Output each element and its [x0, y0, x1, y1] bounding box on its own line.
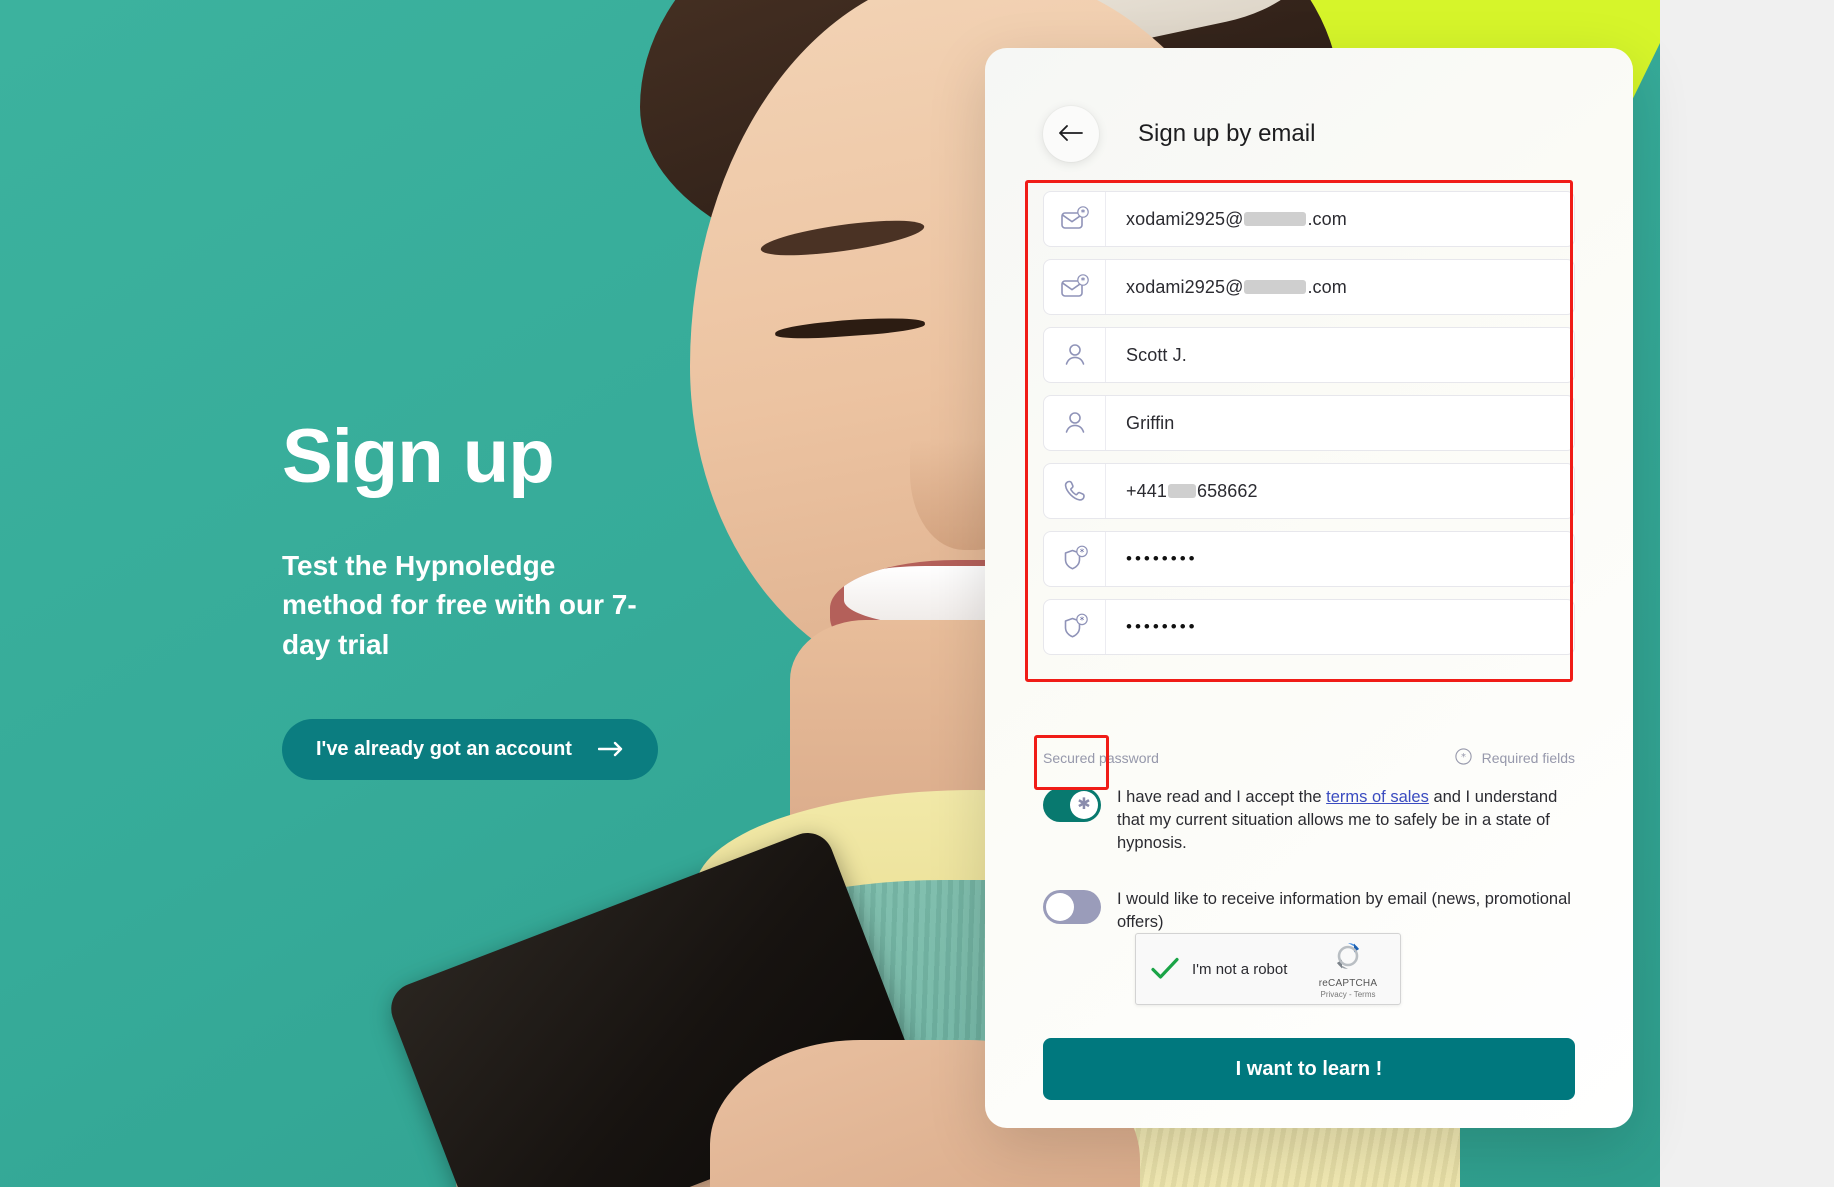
recaptcha-widget[interactable]: I'm not a robot reCAPTCHA Privacy - Term…	[1135, 933, 1401, 1005]
email-confirm-suffix: .com	[1307, 276, 1347, 297]
newsletter-toggle[interactable]	[1043, 890, 1101, 925]
consent-row-terms: ✱ I have read and I accept the terms of …	[1043, 786, 1583, 854]
terms-consent-text: I have read and I accept the terms of sa…	[1117, 786, 1583, 854]
field-email-confirm-value: xodami2925@ .com	[1106, 260, 1574, 314]
svg-text:*: *	[1079, 548, 1084, 558]
field-last-name[interactable]: Griffin	[1043, 395, 1575, 451]
signup-form-fields: * xodami2925@ .com * xodami2925@ .com Sc…	[1043, 191, 1575, 667]
redacted-block	[1167, 484, 1196, 498]
phone-suffix: 658662	[1196, 480, 1258, 501]
svg-text:*: *	[1461, 752, 1466, 763]
card-title: Sign up by email	[1138, 120, 1316, 147]
toggle-knob-asterisk-icon: ✱	[1070, 791, 1098, 819]
form-meta-row: Secured password * Required fields	[1043, 748, 1575, 768]
svg-text:*: *	[1079, 616, 1084, 626]
existing-account-label: I've already got an account	[316, 737, 572, 760]
shield-required-icon: *	[1044, 532, 1106, 586]
required-fields-note: * Required fields	[1454, 748, 1575, 768]
terms-text-before: I have read and I accept the	[1117, 788, 1327, 806]
field-first-name[interactable]: Scott J.	[1043, 327, 1575, 383]
email-confirm-prefix: xodami2925@	[1126, 276, 1244, 297]
field-password-confirm[interactable]: * ••••••••	[1043, 599, 1575, 655]
submit-button[interactable]: I want to learn !	[1043, 1038, 1575, 1100]
asterisk-circle-icon: *	[1454, 748, 1472, 768]
field-email-confirm[interactable]: * xodami2925@ .com	[1043, 259, 1575, 315]
field-password[interactable]: * ••••••••	[1043, 531, 1575, 587]
arrow-left-icon	[1059, 124, 1083, 145]
recaptcha-logo-icon	[1331, 942, 1365, 977]
phone-icon	[1044, 464, 1106, 518]
terms-toggle[interactable]: ✱	[1043, 788, 1101, 822]
svg-text:*: *	[1080, 208, 1085, 218]
hero-copy: Sign up Test the Hypnoledge method for f…	[282, 418, 702, 780]
envelope-required-icon: *	[1044, 260, 1106, 314]
redacted-block	[1244, 212, 1307, 226]
redacted-block	[1244, 280, 1307, 294]
newsletter-consent-text: I would like to receive information by e…	[1117, 890, 1571, 932]
field-email-value: xodami2925@ .com	[1106, 192, 1574, 246]
required-fields-label: Required fields	[1481, 750, 1575, 766]
svg-text:*: *	[1080, 276, 1085, 286]
hero-subtitle: Test the Hypnoledge method for free with…	[282, 549, 637, 661]
email-prefix: xodami2925@	[1126, 208, 1244, 229]
person-icon	[1044, 396, 1106, 450]
email-suffix: .com	[1307, 208, 1347, 229]
signup-card: Sign up by email * xodami2925@ .com * xo…	[985, 48, 1633, 1128]
person-icon	[1044, 328, 1106, 382]
toggle-knob	[1046, 893, 1074, 922]
recaptcha-label: I'm not a robot	[1192, 960, 1288, 978]
back-button[interactable]	[1043, 106, 1099, 162]
recaptcha-legal-links[interactable]: Privacy - Terms	[1310, 990, 1386, 999]
page-title: Sign up	[282, 414, 555, 499]
existing-account-button[interactable]: I've already got an account	[282, 718, 658, 780]
field-email[interactable]: * xodami2925@ .com	[1043, 191, 1575, 247]
field-password-value: ••••••••	[1126, 549, 1198, 568]
green-check-icon	[1150, 956, 1184, 982]
arrow-right-icon	[597, 741, 624, 757]
field-last-name-value: Griffin	[1126, 412, 1175, 433]
signup-page: Sign up Test the Hypnoledge method for f…	[0, 0, 1834, 1187]
card-header: Sign up by email	[985, 48, 1633, 170]
terms-of-sales-link[interactable]: terms of sales	[1326, 788, 1429, 806]
field-phone-value: +441 658662	[1106, 464, 1574, 518]
recaptcha-branding: reCAPTCHA Privacy - Terms	[1310, 939, 1386, 999]
consent-row-newsletter: I would like to receive information by e…	[1043, 888, 1583, 934]
recaptcha-brand-label: reCAPTCHA	[1318, 978, 1378, 989]
secured-password-label: Secured password	[1043, 750, 1159, 766]
phone-prefix: +441	[1126, 480, 1167, 501]
field-phone[interactable]: +441 658662	[1043, 463, 1575, 519]
field-password-confirm-value: ••••••••	[1126, 617, 1198, 636]
shield-required-icon: *	[1044, 600, 1106, 654]
field-first-name-value: Scott J.	[1126, 344, 1187, 365]
envelope-required-icon: *	[1044, 192, 1106, 246]
